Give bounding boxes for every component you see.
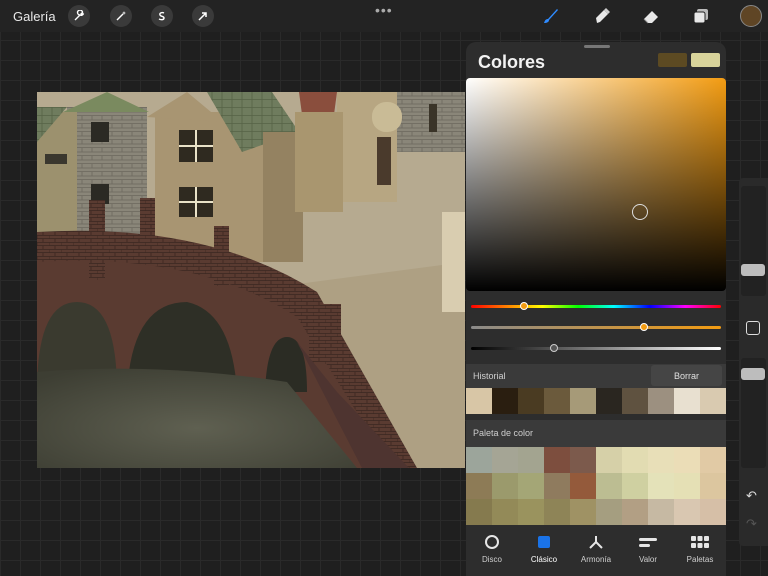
current-color-swatch[interactable] <box>658 53 687 67</box>
palette-swatch[interactable] <box>700 447 726 473</box>
opacity-thumb[interactable] <box>741 367 765 380</box>
selection-icon[interactable] <box>151 5 173 27</box>
saturation-knob[interactable] <box>639 323 648 331</box>
redo-icon[interactable]: ↷ <box>746 516 757 532</box>
palette-swatch[interactable] <box>622 473 648 499</box>
hue-slider[interactable] <box>471 302 721 310</box>
tab-valor[interactable]: Valor <box>622 531 674 571</box>
history-swatch[interactable] <box>674 388 700 414</box>
palette-swatch[interactable] <box>466 473 492 499</box>
tab-label: Valor <box>638 555 658 564</box>
palette-swatch[interactable] <box>544 447 570 473</box>
history-swatch[interactable] <box>544 388 570 414</box>
value-icon <box>638 531 658 553</box>
active-color-swatch[interactable] <box>740 5 762 27</box>
opacity-slider[interactable] <box>741 358 766 468</box>
palette-swatch[interactable] <box>700 473 726 499</box>
palette-swatch[interactable] <box>648 473 674 499</box>
undo-icon[interactable]: ↶ <box>746 488 757 504</box>
hue-knob[interactable] <box>519 302 528 310</box>
history-swatch[interactable] <box>570 388 596 414</box>
brightness-knob[interactable] <box>549 344 558 352</box>
history-label: Historial <box>473 371 506 381</box>
tab-label: Paletas <box>686 555 714 564</box>
tab-paletas[interactable]: Paletas <box>674 531 726 571</box>
previous-color-swatch[interactable] <box>691 53 720 67</box>
tab-clasico[interactable]: Clásico <box>518 531 570 571</box>
wrench-icon[interactable] <box>68 5 90 27</box>
panel-drag-handle[interactable] <box>584 45 610 48</box>
palettes-icon <box>691 531 709 553</box>
classic-square-icon <box>536 531 552 553</box>
palette-swatch[interactable] <box>648 447 674 473</box>
palette-swatch[interactable] <box>544 499 570 525</box>
history-swatch[interactable] <box>596 388 622 414</box>
palette-swatch[interactable] <box>570 499 596 525</box>
palette-swatch[interactable] <box>466 447 492 473</box>
clear-history-button[interactable]: Borrar <box>651 365 722 386</box>
colors-panel: Colores Historial Borrar Paleta de color… <box>466 42 726 576</box>
history-swatch[interactable] <box>700 388 726 414</box>
palette-swatch[interactable] <box>518 499 544 525</box>
color-palette-grid <box>466 447 726 525</box>
picker-cursor[interactable] <box>632 204 649 221</box>
brush-sidebar: ↶ ↷ <box>739 178 768 546</box>
panel-title: Colores <box>478 52 546 72</box>
eraser-icon[interactable] <box>640 5 662 27</box>
palette-swatch[interactable] <box>466 499 492 525</box>
palette-swatch[interactable] <box>596 447 622 473</box>
canvas-artwork[interactable] <box>37 92 465 468</box>
brush-icon[interactable] <box>540 5 562 27</box>
palette-swatch[interactable] <box>674 447 700 473</box>
tab-armonia[interactable]: Armonía <box>570 531 622 571</box>
palette-swatch[interactable] <box>492 447 518 473</box>
palette-swatch[interactable] <box>518 473 544 499</box>
disc-icon <box>484 531 500 553</box>
saturation-slider[interactable] <box>471 323 721 331</box>
palette-swatch[interactable] <box>492 473 518 499</box>
gallery-button[interactable]: Galería <box>13 9 56 24</box>
history-swatch[interactable] <box>466 388 492 414</box>
palette-swatch[interactable] <box>492 499 518 525</box>
palette-swatch[interactable] <box>570 447 596 473</box>
palette-swatch[interactable] <box>674 473 700 499</box>
brush-size-slider[interactable] <box>741 186 766 296</box>
palette-swatch[interactable] <box>700 499 726 525</box>
history-swatch[interactable] <box>518 388 544 414</box>
smudge-icon[interactable] <box>591 5 613 27</box>
tab-disco[interactable]: Disco <box>466 531 518 571</box>
palette-swatch[interactable] <box>648 499 674 525</box>
brush-size-thumb[interactable] <box>741 264 765 277</box>
tab-label: Clásico <box>530 555 558 564</box>
tab-label: Disco <box>481 555 502 564</box>
color-mode-tabs: Disco Clásico Armonía Valor Paletas <box>466 531 726 571</box>
arrow-icon[interactable] <box>192 5 214 27</box>
harmony-icon <box>587 531 605 553</box>
palette-swatch[interactable] <box>570 473 596 499</box>
history-swatch[interactable] <box>648 388 674 414</box>
magic-wand-icon[interactable] <box>110 5 132 27</box>
more-options-icon[interactable]: ••• <box>375 2 393 18</box>
history-swatches <box>466 388 726 414</box>
layers-icon[interactable] <box>690 5 712 27</box>
palette-swatch[interactable] <box>518 447 544 473</box>
color-picker-square[interactable] <box>466 78 726 291</box>
top-toolbar: Galería ••• <box>0 0 768 32</box>
brightness-slider[interactable] <box>471 344 721 352</box>
history-swatch[interactable] <box>492 388 518 414</box>
palette-label: Paleta de color <box>473 428 534 438</box>
tab-label: Armonía <box>580 555 612 564</box>
palette-swatch[interactable] <box>674 499 700 525</box>
palette-swatch[interactable] <box>622 447 648 473</box>
modify-button[interactable] <box>746 321 760 335</box>
palette-swatch[interactable] <box>596 499 622 525</box>
palette-swatch[interactable] <box>596 473 622 499</box>
palette-swatch[interactable] <box>544 473 570 499</box>
history-swatch[interactable] <box>622 388 648 414</box>
palette-swatch[interactable] <box>622 499 648 525</box>
